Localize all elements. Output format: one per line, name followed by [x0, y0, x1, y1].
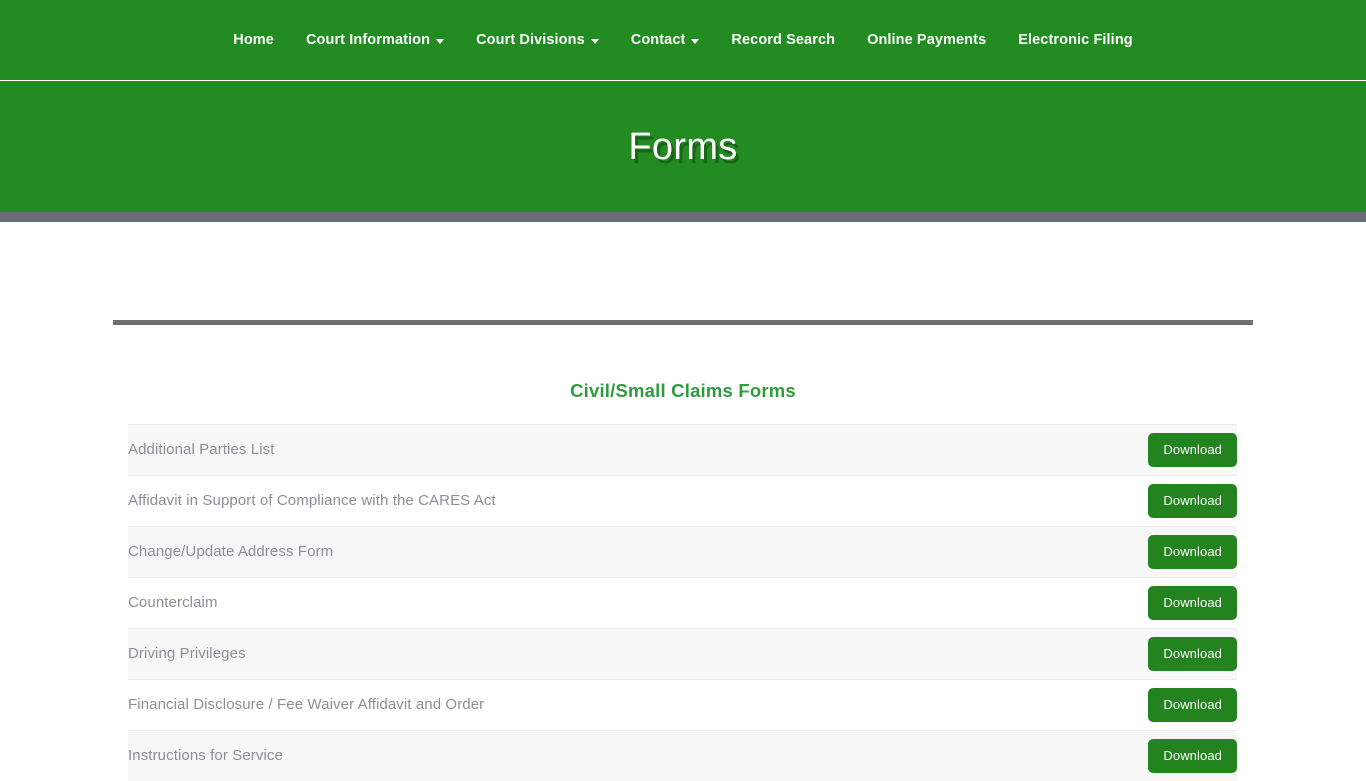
banner-bottom-rule: [0, 212, 1366, 222]
nav-list: Home Court Information Court Divisions Cont…: [217, 33, 1148, 48]
form-action-cell: Download: [1117, 628, 1237, 679]
download-button[interactable]: Download: [1148, 433, 1237, 467]
form-action-cell: Download: [1117, 475, 1237, 526]
download-button[interactable]: Download: [1148, 586, 1237, 620]
table-row: Change/Update Address Form Download: [128, 526, 1237, 577]
chevron-down-icon: [591, 39, 599, 44]
form-action-cell: Download: [1117, 679, 1237, 730]
nav-item-label: Record Search: [731, 33, 835, 48]
table-row: Financial Disclosure / Fee Waiver Affida…: [128, 679, 1237, 730]
form-name-cell: Instructions for Service: [128, 730, 1117, 781]
nav-item-record-search[interactable]: Record Search: [715, 33, 851, 48]
main-navigation-bar: Home Court Information Court Divisions Cont…: [0, 0, 1366, 81]
nav-item-online-payments[interactable]: Online Payments: [851, 33, 1002, 48]
form-name-cell: Driving Privileges: [128, 628, 1117, 679]
form-action-cell: Download: [1117, 424, 1237, 475]
nav-item-label: Court Divisions: [476, 33, 585, 48]
nav-item-label: Court Information: [306, 33, 430, 48]
download-button[interactable]: Download: [1148, 637, 1237, 671]
form-name-cell: Additional Parties List: [128, 424, 1117, 475]
form-action-cell: Download: [1117, 730, 1237, 781]
table-row: Affidavit in Support of Compliance with …: [128, 475, 1237, 526]
table-row: Additional Parties List Download: [128, 424, 1237, 475]
nav-item-contact[interactable]: Contact: [615, 33, 716, 48]
nav-item-label: Electronic Filing: [1018, 33, 1133, 48]
form-name-cell: Affidavit in Support of Compliance with …: [128, 475, 1117, 526]
page-banner: Forms: [0, 81, 1366, 212]
table-row: Instructions for ServiceDownload: [128, 730, 1237, 781]
section-heading: Civil/Small Claims Forms: [0, 325, 1366, 401]
nav-item-court-divisions[interactable]: Court Divisions: [460, 33, 615, 48]
table-row: Counterclaim Download: [128, 577, 1237, 628]
table-row: Driving Privileges Download: [128, 628, 1237, 679]
download-button[interactable]: Download: [1148, 484, 1237, 518]
nav-item-label: Online Payments: [867, 33, 986, 48]
nav-item-electronic-filing[interactable]: Electronic Filing: [1002, 33, 1149, 48]
form-name-cell: Counterclaim: [128, 577, 1117, 628]
nav-item-home[interactable]: Home: [217, 33, 290, 48]
forms-table: Additional Parties List Download Affidavit…: [128, 424, 1237, 781]
download-button[interactable]: Download: [1148, 688, 1237, 722]
nav-item-court-information[interactable]: Court Information: [290, 33, 460, 48]
nav-item-label: Contact: [631, 33, 686, 48]
page-title: Forms: [628, 128, 737, 166]
form-name-cell: Financial Disclosure / Fee Waiver Affida…: [128, 679, 1117, 730]
main-content: Civil/Small Claims Forms Additional Part…: [0, 222, 1366, 781]
form-action-cell: Download: [1117, 577, 1237, 628]
nav-item-label: Home: [233, 33, 274, 48]
download-button[interactable]: Download: [1148, 535, 1237, 569]
chevron-down-icon: [436, 39, 444, 44]
form-action-cell: Download: [1117, 526, 1237, 577]
form-name-cell: Change/Update Address Form: [128, 526, 1117, 577]
content-top-spacer: [0, 222, 1366, 320]
chevron-down-icon: [691, 39, 699, 44]
